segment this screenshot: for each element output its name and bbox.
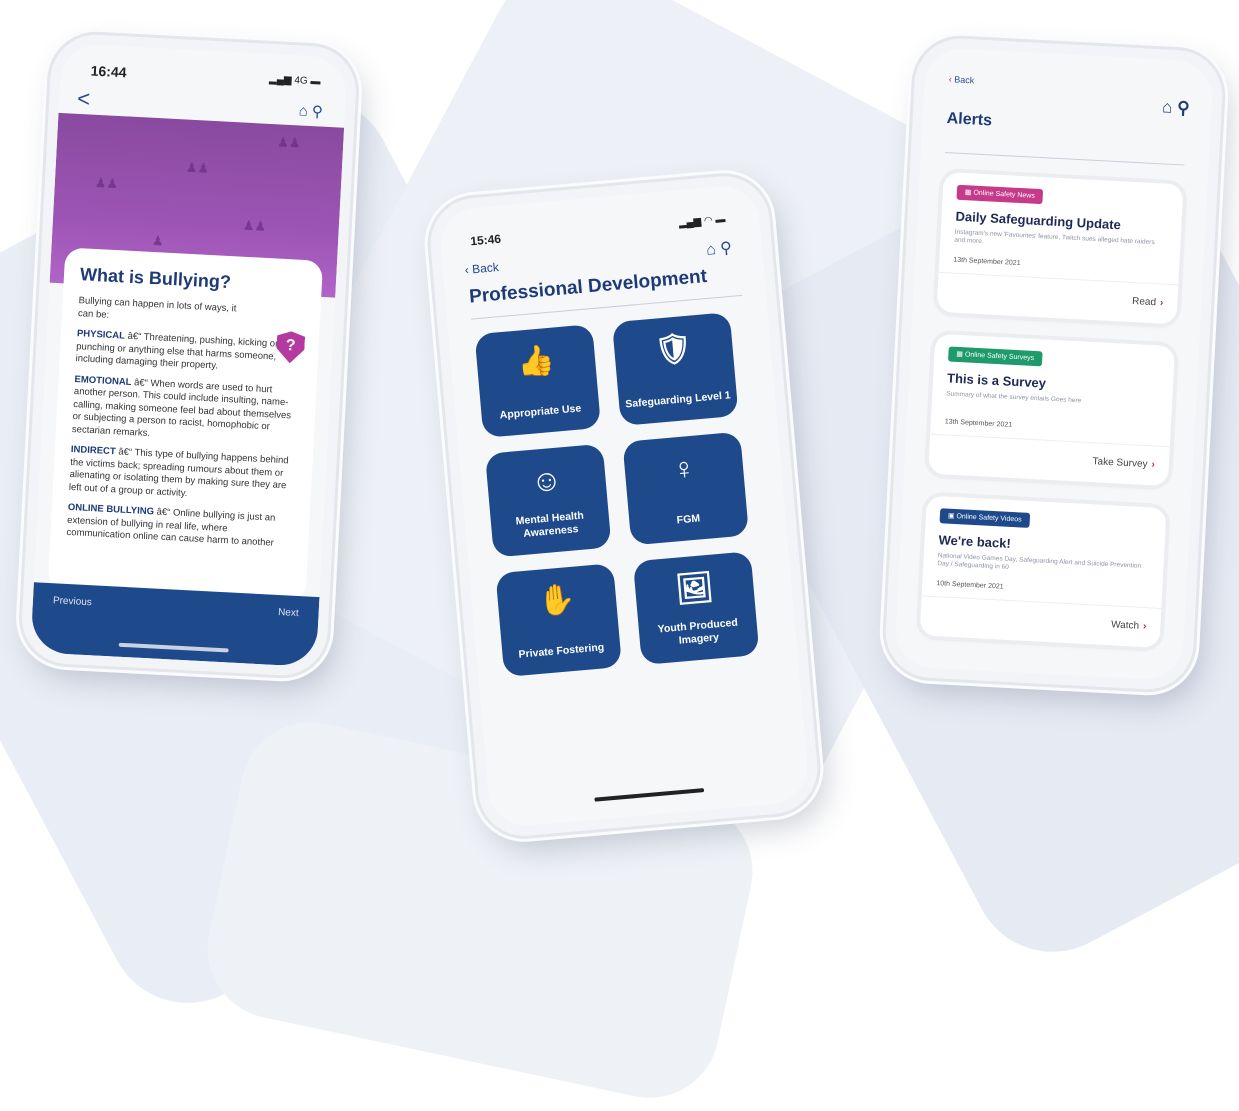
alert-title: This is a Survey xyxy=(946,370,1047,391)
alert-card[interactable]: ▦ Online Safety News Daily Safeguarding … xyxy=(936,171,1184,325)
alert-title: Daily Safeguarding Update xyxy=(955,208,1122,233)
tile-safeguarding-level-1[interactable]: 🛡 Safeguarding Level 1 xyxy=(611,312,739,426)
figure-icon: ♟♟ xyxy=(94,174,119,192)
search-icon[interactable]: ⚲ xyxy=(1177,98,1190,118)
search-icon[interactable]: ⚲ xyxy=(311,103,323,121)
divider xyxy=(938,271,1179,286)
back-button[interactable]: ‹ Back xyxy=(949,74,975,85)
figure-icon: ♟♟ xyxy=(242,217,267,234)
alert-description: Instagram's new 'Favourites' feature, Tw… xyxy=(954,228,1155,247)
back-button[interactable]: < xyxy=(77,86,91,113)
chevron-right-icon: › xyxy=(1142,621,1147,633)
home-indicator xyxy=(594,788,705,802)
article-section: INDIRECT â€“ This type of bullying happe… xyxy=(68,443,289,499)
tile-label: Youth Produced Imagery xyxy=(657,616,739,647)
phone-bullying-article: ♟♟ ♟♟ ♟♟ ♟♟ ♟ 16:44 ▂▄▆ 4G ▬ < ⌂ ⚲ What … xyxy=(19,32,359,678)
alert-card[interactable]: ▦ Online Safety Surveys This is a Survey… xyxy=(928,333,1176,487)
phone-professional-development: 15:46 ▂▄▆ ◠ ▬ ‹ Back ⌂ ⚲ Professional De… xyxy=(426,172,822,840)
tile-youth-produced-imagery[interactable]: 🖼 Youth Produced Imagery xyxy=(632,551,760,666)
tile-fgm[interactable]: ♀ FGM xyxy=(622,431,750,546)
divider xyxy=(921,595,1162,609)
female-symbol-icon: ♀ xyxy=(671,451,697,487)
category-badge: ▣ Online Safety Videos xyxy=(939,508,1030,528)
alert-description: National Video Games Day, Safeguarding A… xyxy=(937,552,1142,571)
article-section: PHYSICAL â€“ Threatening, pushing, kicki… xyxy=(75,328,279,372)
home-indicator xyxy=(118,642,229,653)
article-section: ONLINE BULLYING â€“ Online bullying is j… xyxy=(66,501,276,549)
article-intro: Bullying can happen in lots of ways, it … xyxy=(77,295,237,321)
head-heart-icon: ☺ xyxy=(529,463,564,499)
alert-date: 13th September 2021 xyxy=(953,256,1021,268)
alert-description: Summary of what the survey entails Goes … xyxy=(946,390,1082,405)
status-time: 15:46 xyxy=(469,231,502,249)
watch-button[interactable]: Watch › xyxy=(1111,619,1147,632)
tile-label: Appropriate Use xyxy=(499,402,582,422)
chevron-right-icon: › xyxy=(1151,459,1156,471)
divider xyxy=(930,433,1170,448)
back-button[interactable]: ‹ Back xyxy=(464,260,499,277)
divider xyxy=(944,152,1185,166)
read-button[interactable]: Read › xyxy=(1132,296,1164,309)
figure-icon: ♟ xyxy=(151,232,164,249)
thumbs-up-check-icon: 👍 xyxy=(516,343,557,380)
phone-screen: 15:46 ▂▄▆ ◠ ▬ ‹ Back ⌂ ⚲ Professional De… xyxy=(437,183,811,829)
page-title: Professional Development xyxy=(468,265,708,308)
bottom-navigation: Previous Next xyxy=(30,582,320,668)
chevron-right-icon: › xyxy=(1159,297,1164,309)
tile-label: FGM xyxy=(676,512,701,527)
alert-date: 10th September 2021 xyxy=(936,580,1004,591)
category-badge: ▦ Online Safety Surveys xyxy=(947,346,1043,367)
article-title: What is Bullying? xyxy=(79,264,232,293)
figure-icon: ♟♟ xyxy=(276,134,301,151)
alert-card[interactable]: ▣ Online Safety Videos We're back! Natio… xyxy=(919,495,1167,648)
next-button[interactable]: Next xyxy=(278,607,299,619)
article-card: What is Bullying? ? Bullying can happen … xyxy=(47,247,324,603)
home-icon[interactable]: ⌂ xyxy=(705,241,716,259)
header-actions: ⌂ ⚲ xyxy=(298,101,323,120)
take-survey-button[interactable]: Take Survey › xyxy=(1092,456,1155,470)
tile-private-fostering[interactable]: ✋ Private Fostering xyxy=(495,563,623,678)
tile-mental-health-awareness[interactable]: ☺ Mental Health Awareness xyxy=(484,443,612,558)
status-time: 16:44 xyxy=(90,62,127,81)
previous-button[interactable]: Previous xyxy=(53,595,92,608)
header-actions: ⌂ ⚲ xyxy=(705,238,732,260)
tile-appropriate-use[interactable]: 👍 Appropriate Use xyxy=(474,324,602,438)
tile-label: Private Fostering xyxy=(518,641,605,661)
search-icon[interactable]: ⚲ xyxy=(720,240,733,258)
image-icon: 🖼 xyxy=(674,570,715,607)
tile-label: Mental Health Awareness xyxy=(515,509,585,540)
tile-label: Safeguarding Level 1 xyxy=(624,389,732,411)
home-icon[interactable]: ⌂ xyxy=(1162,97,1173,117)
page-title: Alerts xyxy=(946,110,993,130)
status-icons: ▂▄▆ 4G ▬ xyxy=(268,73,321,88)
phone-screen: ♟♟ ♟♟ ♟♟ ♟♟ ♟ 16:44 ▂▄▆ 4G ▬ < ⌂ ⚲ What … xyxy=(30,42,348,668)
hand-icon: ✋ xyxy=(536,582,578,619)
alert-date: 13th September 2021 xyxy=(944,418,1013,429)
phone-alerts: ‹ Back ⌂ ⚲ Alerts ▦ Online Safety News D… xyxy=(883,36,1225,692)
shield-one-icon: 🛡 xyxy=(653,331,694,368)
phone-screen: ‹ Back ⌂ ⚲ Alerts ▦ Online Safety News D… xyxy=(893,46,1215,682)
category-badge: ▦ Online Safety News xyxy=(956,184,1044,205)
figure-icon: ♟♟ xyxy=(185,159,210,176)
home-icon[interactable]: ⌂ xyxy=(298,102,308,119)
alert-title: We're back! xyxy=(938,532,1012,551)
article-section: EMOTIONAL â€“ When words are used to hur… xyxy=(71,373,292,439)
status-icons: ▂▄▆ ◠ ▬ xyxy=(678,214,726,230)
header-actions: ⌂ ⚲ xyxy=(1162,97,1190,118)
